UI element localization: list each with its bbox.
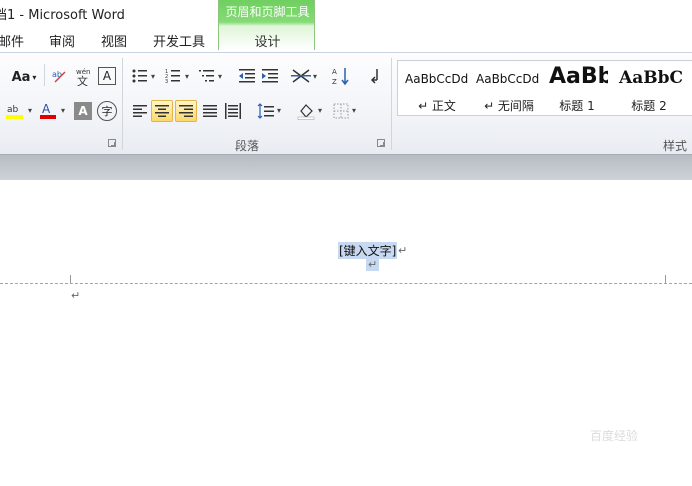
multilevel-list-button[interactable] (198, 67, 216, 85)
increase-indent-button[interactable] (261, 67, 279, 85)
header-placeholder-text[interactable]: [键入文字] (338, 242, 398, 259)
title-bar: 档1 - Microsoft Word (0, 0, 692, 26)
svg-text:3: 3 (165, 79, 168, 84)
borders-icon (333, 103, 349, 119)
align-center-icon (155, 105, 169, 117)
svg-text:Z: Z (332, 78, 337, 86)
decrease-indent-icon (239, 69, 255, 83)
tab-mailings[interactable]: 邮件 (0, 31, 24, 50)
paragraph-mark-icon (370, 69, 378, 84)
justify-icon (203, 105, 217, 117)
svg-text:文: 文 (77, 74, 88, 86)
style-preview: AaBbCcDd (476, 72, 540, 86)
align-left-icon (133, 105, 147, 117)
style-name: 标题 2 (631, 99, 667, 113)
phonetic-guide-icon: wén 文 (76, 68, 90, 86)
line-spacing-button[interactable] (256, 101, 276, 121)
contextual-group-title: 页眉和页脚工具 (225, 5, 310, 19)
chinese-layout-button[interactable] (291, 67, 311, 85)
highlighter-icon: ab (6, 105, 23, 119)
chevron-down-icon: ▾ (32, 72, 37, 82)
change-case-label: Aa (11, 69, 31, 85)
tab-review[interactable]: 审阅 (49, 31, 75, 50)
tab-view[interactable]: 视图 (101, 31, 127, 50)
chevron-down-icon[interactable]: ▾ (352, 106, 356, 115)
svg-text:A: A (332, 68, 337, 76)
style-name: 标题 1 (559, 99, 595, 113)
svg-text:A: A (42, 102, 51, 116)
chinese-layout-icon (291, 69, 311, 83)
justify-button[interactable] (200, 101, 220, 121)
style-preview: AaBbC (619, 68, 683, 88)
align-center-button[interactable] (151, 100, 173, 122)
bullet-list-icon (132, 69, 147, 83)
style-normal[interactable]: AaBbCcDd ↵ 正文 (402, 61, 472, 117)
distributed-button[interactable] (223, 101, 243, 121)
bullets-button[interactable] (131, 67, 149, 85)
align-right-icon (179, 105, 193, 117)
paragraph-mark: ↵ (398, 244, 408, 257)
style-heading-2[interactable]: AaBbC 标题 2 (614, 61, 684, 117)
chevron-down-icon[interactable]: ▾ (313, 72, 317, 81)
decrease-indent-button[interactable] (238, 67, 256, 85)
style-preview: AaBb (549, 64, 608, 89)
clear-format-icon: ab (52, 70, 66, 83)
chevron-down-icon[interactable]: ▾ (61, 106, 65, 115)
tab-developer[interactable]: 开发工具 (153, 31, 205, 50)
phonetic-guide-button[interactable]: wén 文 (74, 66, 94, 86)
sort-button[interactable]: A Z (331, 66, 351, 86)
paragraph-mark: ↵ (71, 289, 81, 302)
character-border-button[interactable]: A (98, 67, 116, 85)
style-no-spacing[interactable]: AaBbCcDd ↵ 无间隔 (474, 61, 544, 117)
tab-design[interactable]: 设计 (219, 31, 316, 50)
paragraph-group-label: 段落 (235, 139, 260, 153)
distributed-align-icon (225, 103, 241, 119)
svg-text:ab: ab (7, 105, 19, 115)
multilevel-list-icon (199, 70, 214, 82)
margin-corner-mark (70, 275, 71, 283)
styles-group-label: 样式 (663, 139, 688, 153)
ribbon-bottom-edge (0, 154, 692, 180)
chevron-down-icon[interactable]: ▾ (28, 106, 32, 115)
paragraph-mark: ↵ (366, 258, 380, 271)
change-case-button[interactable]: Aa ▾ (10, 67, 38, 87)
watermark: 百度经验 (590, 429, 639, 443)
character-shading-button[interactable]: A (74, 102, 92, 120)
chevron-down-icon[interactable]: ▾ (151, 72, 155, 81)
increase-indent-icon (262, 69, 278, 83)
borders-button[interactable] (331, 101, 351, 121)
chevron-down-icon[interactable]: ▾ (185, 72, 189, 81)
styles-gallery: AaBbCcDd ↵ 正文 AaBbCcDd ↵ 无间隔 AaBb 标题 1 A… (397, 60, 692, 116)
font-color-icon: A (40, 102, 56, 119)
show-marks-button[interactable] (366, 67, 384, 85)
contextual-tab-header: 页眉和页脚工具 设计 (218, 0, 315, 50)
clear-format-button[interactable]: ab (50, 66, 70, 86)
margin-corner-mark (665, 275, 666, 283)
enclosed-character-button[interactable]: 字 (97, 101, 117, 121)
numbering-button[interactable]: 1 2 3 (164, 67, 182, 85)
shading-button[interactable] (296, 101, 316, 121)
svg-text:ab: ab (52, 70, 62, 79)
highlight-color-button[interactable]: ab (4, 101, 26, 121)
paragraph-dialog-launcher[interactable] (377, 139, 385, 147)
style-heading-1[interactable]: AaBb 标题 1 (546, 61, 608, 117)
chevron-down-icon[interactable]: ▾ (318, 106, 322, 115)
sort-icon: A Z (332, 68, 349, 86)
font-color-button[interactable]: A (38, 101, 58, 121)
chevron-down-icon[interactable]: ▾ (218, 72, 222, 81)
header-boundary-line (0, 283, 692, 284)
line-spacing-icon (257, 103, 274, 119)
window-title: 档1 - Microsoft Word (0, 8, 125, 23)
style-preview: AaBbCcDd (405, 72, 469, 86)
style-name: ↵ 无间隔 (484, 99, 534, 113)
align-right-button[interactable] (175, 100, 197, 122)
chevron-down-icon[interactable]: ▾ (277, 106, 281, 115)
numbered-list-icon: 1 2 3 (165, 69, 180, 84)
paint-bucket-icon (297, 104, 315, 120)
align-left-button[interactable] (130, 101, 150, 121)
font-dialog-launcher[interactable] (108, 139, 116, 147)
style-name: ↵ 正文 (418, 99, 456, 113)
document-page[interactable]: [键入文字] ↵ ↵ ↵ 百度经验 (0, 180, 692, 486)
